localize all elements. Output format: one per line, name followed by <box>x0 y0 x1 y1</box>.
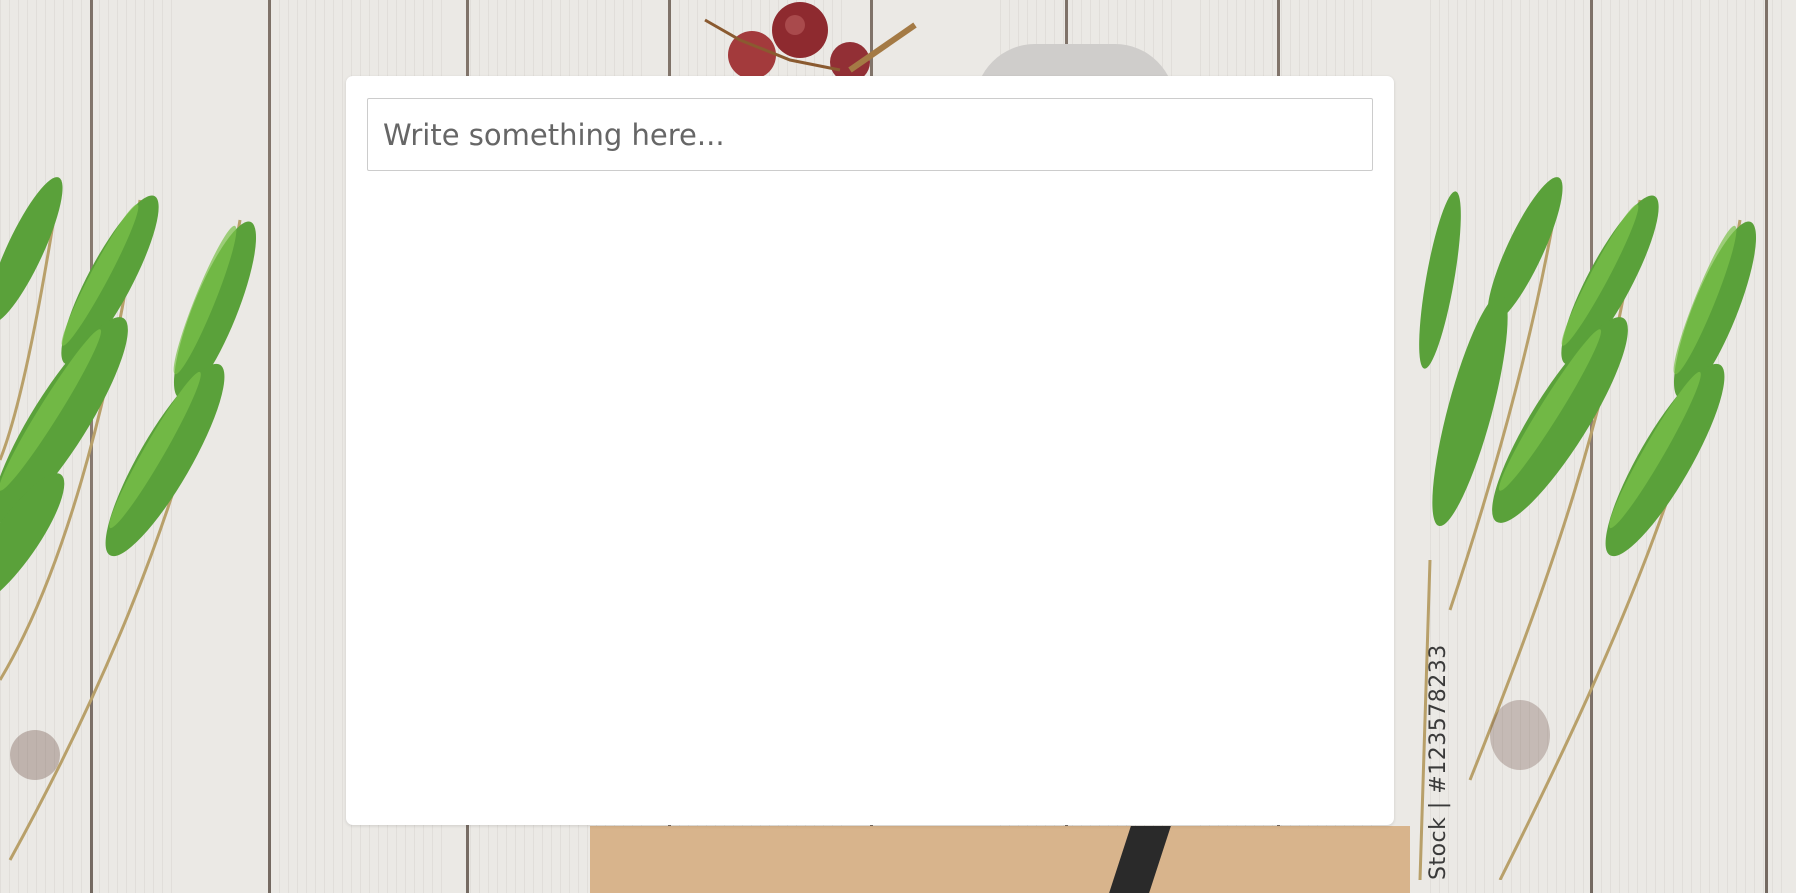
wheat-image <box>1418 177 1757 880</box>
grapes-image <box>704 2 917 80</box>
note-card <box>346 76 1394 825</box>
background-photo-tile <box>1410 0 1796 893</box>
app-stage: Stock | #123578233 <box>0 0 1796 893</box>
note-input[interactable] <box>367 98 1373 171</box>
watermark-text: Stock | #123578233 <box>1426 644 1451 880</box>
